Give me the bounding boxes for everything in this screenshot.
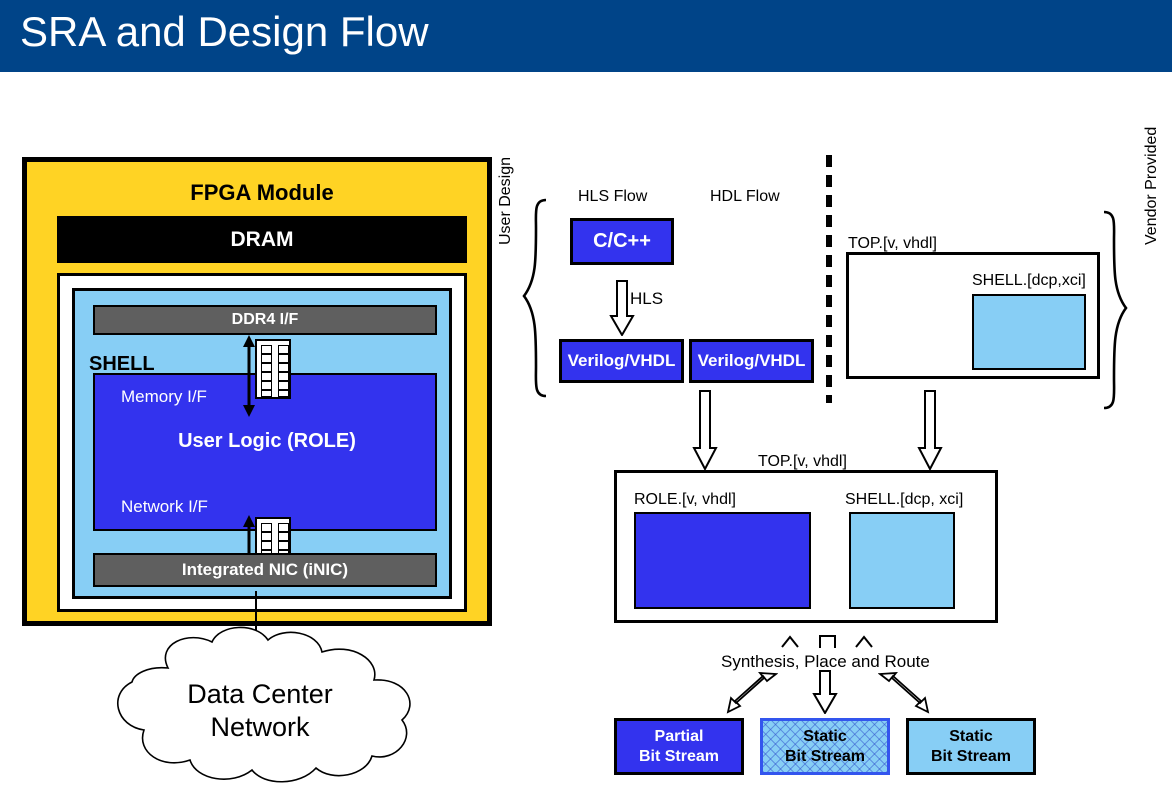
static-bitstream-arrow-icon (812, 670, 838, 715)
fpga-module-container: FPGA Module DRAM DDR4 I/F SHELL Memory I… (22, 157, 492, 626)
cloud-label-line2: Network (210, 711, 310, 742)
partial-bit-stream-line1: Partial (654, 727, 704, 745)
memory-connector-icon (255, 339, 291, 399)
role-file-label: ROLE.[v, vhdl] (634, 491, 736, 508)
ddr4-interface-block: DDR4 I/F (93, 305, 437, 335)
user-vendor-divider (826, 155, 832, 403)
static-bitstream-arrow-2-icon (877, 671, 930, 714)
partial-bit-stream-box: Partial Bit Stream (614, 718, 744, 775)
partial-bitstream-arrow-icon (726, 671, 779, 714)
partial-bit-stream-line2: Bit Stream (638, 747, 720, 765)
c-cpp-source-box: C/C++ (570, 218, 674, 265)
vendor-shell-file-label: SHELL.[dcp,xci] (972, 272, 1086, 289)
synthesis-converging-arrow-tips-icon (780, 633, 875, 649)
cloud-label: Data Center Network (60, 678, 460, 744)
vendor-provided-brace-icon (1102, 210, 1142, 410)
synthesis-place-route-label: Synthesis, Place and Route (721, 652, 930, 671)
slide-canvas: SRA and Design Flow FPGA Module DRAM DDR… (0, 0, 1172, 802)
memory-bus-double-arrow-icon (242, 335, 256, 417)
dram-block: DRAM (57, 216, 467, 263)
fpga-fabric-frame: DDR4 I/F SHELL Memory I/F User Logic (RO… (57, 273, 467, 612)
static-bit-stream-hatched-line1: Static (803, 727, 847, 745)
role-file-block (634, 512, 811, 609)
vendor-top-file-label: TOP.[v, vhdl] (848, 235, 937, 252)
shell-file-block (849, 512, 955, 609)
shell-block: DDR4 I/F SHELL Memory I/F User Logic (RO… (72, 288, 452, 599)
header-bar: SRA and Design Flow (0, 0, 1172, 72)
static-bit-stream-hatched-box: Static Bit Stream (760, 718, 890, 775)
network-interface-label: Network I/F (121, 497, 208, 516)
verilog-vhdl-from-hls-box: Verilog/VHDL (559, 339, 684, 383)
page-title: SRA and Design Flow (20, 8, 429, 55)
vendor-shell-block (972, 294, 1086, 370)
verilog-vhdl-from-hdl-box: Verilog/VHDL (689, 339, 814, 383)
static-bit-stream-line2: Bit Stream (930, 747, 1012, 765)
static-bit-stream-hatched-line2: Bit Stream (784, 747, 866, 765)
static-bit-stream-line1: Static (949, 727, 993, 745)
hdl-flow-label: HDL Flow (710, 188, 780, 205)
role-into-top-arrow-icon (692, 390, 718, 472)
cloud-label-line1: Data Center (187, 679, 333, 709)
hls-step-label: HLS (630, 289, 664, 308)
static-bit-stream-box: Static Bit Stream (906, 718, 1036, 775)
user-design-label: User Design (497, 156, 514, 245)
data-center-network-cloud: Data Center Network (60, 620, 460, 802)
shell-into-top-arrow-icon (917, 390, 943, 472)
memory-interface-label: Memory I/F (121, 387, 207, 406)
merged-top-file-label: TOP.[v, vhdl] (758, 453, 847, 470)
fpga-module-title: FPGA Module (190, 180, 334, 205)
shell-file-label: SHELL.[dcp, xci] (845, 491, 964, 508)
hls-flow-label: HLS Flow (578, 188, 648, 205)
user-logic-role-label: User Logic (ROLE) (178, 430, 356, 452)
integrated-nic-block: Integrated NIC (iNIC) (93, 553, 437, 587)
vendor-provided-label: Vendor Provided (1143, 126, 1160, 245)
